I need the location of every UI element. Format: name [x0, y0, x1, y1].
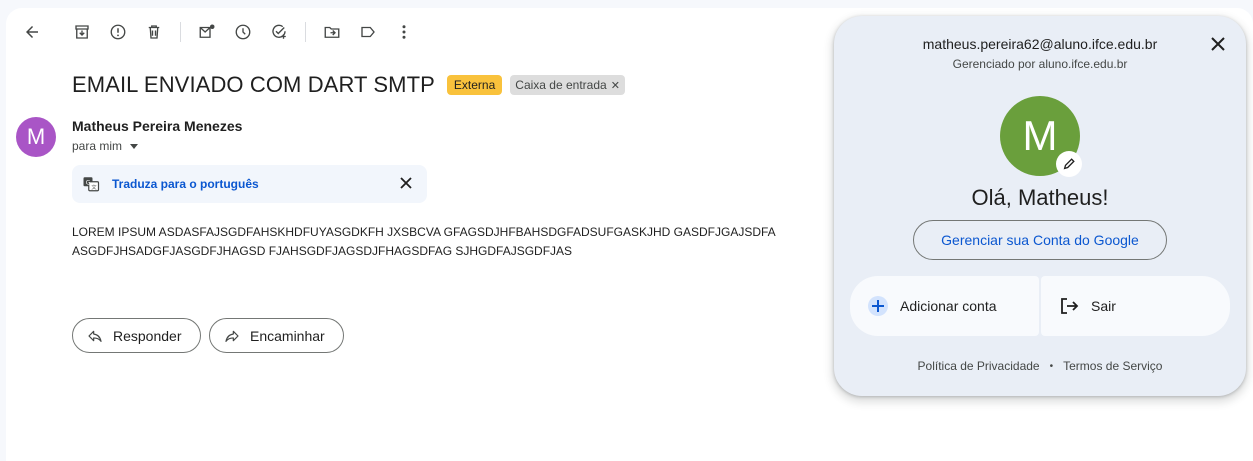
recipient-label: para mim — [72, 139, 123, 153]
archive-button[interactable] — [64, 14, 100, 50]
add-account-label: Adicionar conta — [900, 298, 997, 314]
translate-icon: G 文 — [83, 177, 100, 192]
greeting: Olá, Matheus! — [971, 185, 1109, 210]
snooze-button[interactable] — [225, 14, 261, 50]
pencil-icon — [1063, 158, 1075, 170]
add-account-button[interactable]: Adicionar conta — [850, 276, 1039, 336]
sender-name: Matheus Pereira Menezes — [72, 118, 243, 134]
delete-icon — [148, 25, 160, 39]
back-arrow-icon — [26, 26, 38, 38]
account-actions: Adicionar conta Sair — [850, 276, 1230, 336]
toolbar-divider — [305, 22, 306, 42]
reply-button[interactable]: Responder — [72, 318, 201, 353]
subject-row: EMAIL ENVIADO COM DART SMTP Externa Caix… — [72, 72, 625, 98]
panel-footer: Política de Privacidade • Termos de Serv… — [834, 359, 1246, 373]
svg-text:G: G — [86, 179, 91, 186]
archive-icon — [75, 25, 89, 39]
translate-bar: G 文 Traduza para o português — [72, 165, 427, 203]
label-button[interactable] — [350, 14, 386, 50]
forward-icon — [225, 330, 239, 342]
mark-unread-button[interactable] — [189, 14, 225, 50]
toolbar-divider — [180, 22, 181, 42]
email-body: LOREM IPSUM ASDASFAJSGDFAHSKHDFUYASGDKFH… — [72, 223, 832, 261]
email-toolbar — [14, 14, 422, 50]
report-spam-button[interactable] — [100, 14, 136, 50]
translate-link[interactable]: Traduza para o português — [112, 177, 259, 191]
managed-by-text: Gerenciado por aluno.ifce.edu.br — [952, 57, 1128, 71]
mark-unread-icon — [199, 24, 215, 38]
footer-separator: • — [1049, 360, 1054, 372]
add-task-icon — [272, 24, 286, 39]
account-panel: matheus.pereira62@aluno.ifce.edu.br Gere… — [834, 16, 1246, 396]
logout-icon — [1061, 298, 1079, 314]
snooze-icon — [235, 24, 251, 40]
forward-label: Encaminhar — [250, 327, 325, 344]
reply-label: Responder — [113, 327, 182, 344]
delete-button[interactable] — [136, 14, 172, 50]
sign-out-button[interactable]: Sair — [1041, 276, 1230, 336]
plus-icon — [868, 296, 888, 316]
label-icon — [361, 26, 375, 38]
account-email: matheus.pereira62@aluno.ifce.edu.br — [922, 36, 1158, 52]
close-icon[interactable] — [1210, 36, 1226, 52]
inbox-label-text: Caixa de entrada — [515, 78, 607, 92]
reply-icon — [88, 330, 102, 342]
report-spam-icon — [110, 24, 126, 40]
forward-button[interactable]: Encaminhar — [209, 318, 344, 353]
email-subject: EMAIL ENVIADO COM DART SMTP — [72, 72, 435, 97]
close-icon[interactable] — [399, 176, 413, 190]
back-button[interactable] — [14, 14, 50, 50]
terms-of-service-link[interactable]: Termos de Serviço — [1063, 359, 1162, 373]
privacy-policy-link[interactable]: Política de Privacidade — [918, 359, 1040, 373]
email-body-line: LOREM IPSUM ASDASFAJSGDFAHSKHDFUYASGDKFH… — [72, 225, 776, 239]
more-options-button[interactable] — [386, 14, 422, 50]
sign-out-label: Sair — [1091, 298, 1116, 314]
sender-avatar[interactable]: M — [16, 117, 56, 157]
email-body-line: ASGDFJHSADGFJASGDFJHAGSD FJAHSGDFJAGSDJF… — [72, 244, 573, 258]
manage-account-button[interactable]: Gerenciar sua Conta do Google — [913, 220, 1167, 260]
move-to-icon — [324, 26, 340, 38]
more-vert-icon — [402, 25, 406, 39]
external-badge: Externa — [446, 75, 503, 95]
add-task-button[interactable] — [261, 14, 297, 50]
edit-photo-button[interactable] — [1056, 151, 1082, 177]
chevron-down-icon — [130, 143, 139, 149]
remove-label-icon[interactable]: ✕ — [611, 79, 620, 92]
recipient-details-toggle[interactable]: para mim — [72, 139, 139, 153]
move-to-button[interactable] — [314, 14, 350, 50]
inbox-label-chip: Caixa de entrada ✕ — [510, 75, 625, 95]
